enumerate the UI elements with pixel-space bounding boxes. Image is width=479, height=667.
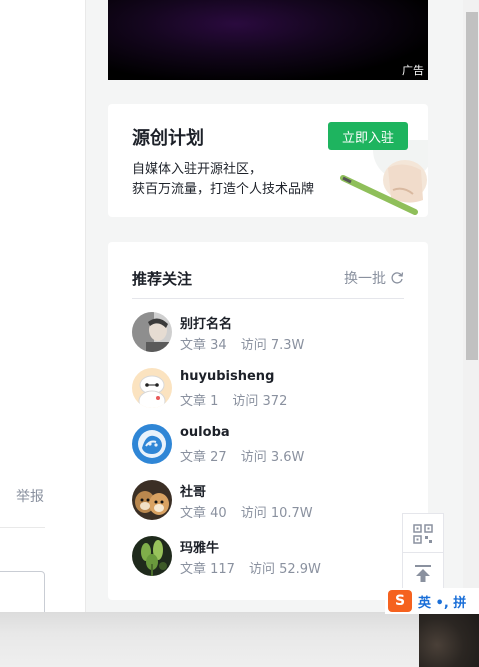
user-stats: 文章 34 访问 7.3W	[180, 334, 304, 353]
hand-pen-illustration	[340, 140, 428, 215]
avatar[interactable]	[132, 312, 172, 352]
avatar[interactable]	[132, 480, 172, 520]
join-now-button[interactable]: 立即入驻	[328, 122, 408, 150]
qrcode-icon	[413, 524, 433, 544]
qrcode-button[interactable]	[402, 513, 444, 555]
arrow-up-icon	[415, 565, 431, 582]
user-stats: 文章 40 访问 10.7W	[180, 502, 313, 521]
origin-title: 源创计划	[132, 128, 204, 149]
user-item[interactable]: 玛雅牛 文章 117 访问 52.9W	[132, 536, 412, 578]
avatar[interactable]	[132, 536, 172, 576]
avatar[interactable]	[132, 424, 172, 464]
user-stats: 文章 117 访问 52.9W	[180, 558, 321, 577]
refresh-button[interactable]: 换一批	[344, 268, 404, 288]
sogou-logo-icon[interactable]: S	[388, 590, 412, 612]
user-stats: 文章 27 访问 3.6W	[180, 446, 304, 465]
ime-toolbar[interactable]: S 英 •, 拼	[385, 588, 479, 614]
origin-description: 自媒体入驻开源社区， 获百万流量，打造个人技术品牌	[132, 160, 314, 200]
visit-count: 访问 10.7W	[240, 506, 313, 521]
user-name[interactable]: ouloba	[180, 425, 230, 440]
user-name[interactable]: huyubisheng	[180, 369, 274, 384]
article-count: 文章 117	[180, 562, 235, 577]
avatar[interactable]	[132, 368, 172, 408]
origin-desc-line: 自媒体入驻开源社区，	[132, 162, 263, 177]
origin-desc-line: 获百万流量，打造个人技术品牌	[132, 182, 315, 197]
refresh-label: 换一批	[344, 271, 386, 287]
ime-mode-label[interactable]: 英 •, 拼	[418, 592, 466, 611]
user-name[interactable]: 社哥	[180, 481, 206, 500]
follow-title: 推荐关注	[132, 270, 193, 288]
refresh-icon	[391, 272, 404, 284]
user-item[interactable]: ouloba 文章 27 访问 3.6W	[132, 424, 412, 466]
article-count: 文章 40	[180, 506, 227, 521]
article-count: 文章 1	[180, 394, 219, 409]
wallpaper-image	[419, 612, 479, 667]
user-item[interactable]: 社哥 文章 40 访问 10.7W	[132, 480, 412, 522]
user-item[interactable]: huyubisheng 文章 1 访问 372	[132, 368, 412, 410]
article-count: 文章 27	[180, 450, 227, 465]
ad-banner[interactable]: 广告	[108, 0, 428, 80]
visit-count: 访问 7.3W	[240, 338, 305, 353]
user-name[interactable]: 别打名名	[180, 313, 232, 332]
ad-label: 广告	[402, 64, 424, 77]
divider	[0, 527, 45, 528]
user-stats: 文章 1 访问 372	[180, 390, 287, 409]
article-count: 文章 34	[180, 338, 227, 353]
user-item[interactable]: 别打名名 文章 34 访问 7.3W	[132, 312, 412, 354]
visit-count: 访问 52.9W	[248, 562, 321, 577]
report-link[interactable]: 举报	[16, 486, 44, 506]
follow-header: 推荐关注 换一批	[132, 268, 404, 299]
visit-count: 访问 372	[232, 394, 288, 409]
taskbar	[0, 612, 479, 667]
recommended-follow-card: 推荐关注 换一批 别打名名 文章 34 访问 7.3W huyubisheng …	[108, 242, 428, 600]
article-panel: 举报	[0, 0, 86, 623]
visit-count: 访问 3.6W	[240, 450, 305, 465]
user-name[interactable]: 玛雅牛	[180, 537, 219, 556]
origin-program-card[interactable]: 源创计划 自媒体入驻开源社区， 获百万流量，打造个人技术品牌 立即入驻	[108, 104, 428, 217]
scrollbar-thumb[interactable]	[466, 12, 478, 360]
